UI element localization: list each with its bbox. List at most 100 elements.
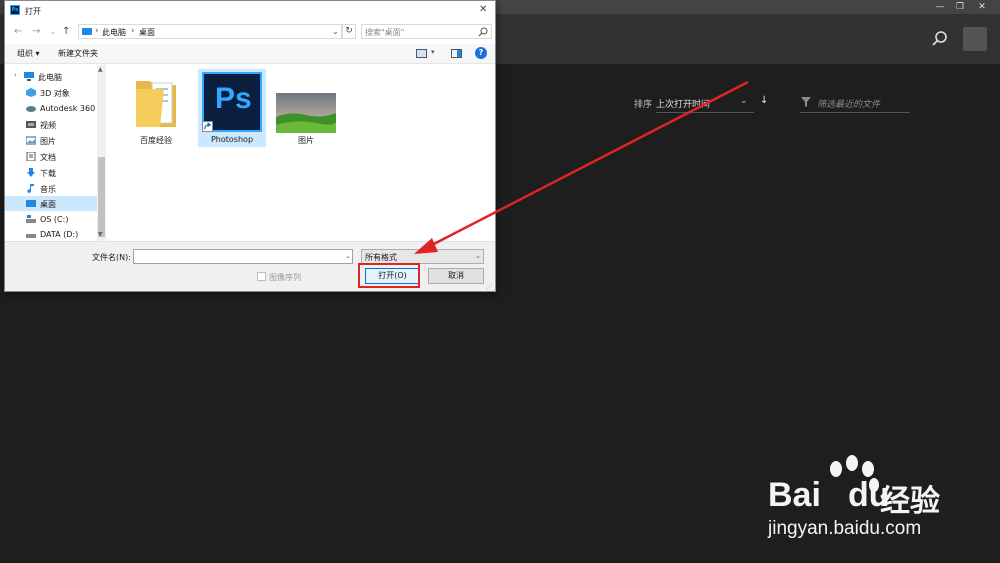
filter-underline (800, 112, 910, 113)
restore-button[interactable]: ❐ (954, 2, 966, 12)
resize-grip-icon[interactable]: ⋰ (486, 283, 493, 291)
recent-locations-chevron-icon[interactable]: ⌄ (50, 28, 56, 36)
forward-arrow-icon[interactable]: → (32, 26, 40, 37)
filename-input[interactable]: ⌄ (133, 249, 353, 264)
image-thumbnail-icon (276, 93, 336, 133)
nav-item-drive-d[interactable]: DATA (D:) (5, 227, 97, 241)
nav-item-this-pc[interactable]: › 此电脑 (5, 69, 97, 84)
breadcrumb-desktop[interactable]: 桌面 (139, 27, 155, 38)
nav-item-label: 文档 (40, 153, 56, 162)
new-folder-button[interactable]: 新建文件夹 (58, 48, 98, 59)
nav-item-label: OS (C:) (40, 215, 69, 224)
avatar[interactable] (963, 27, 987, 51)
folder-icon (136, 81, 176, 127)
dialog-title-bar: Ps 打开 ✕ (5, 1, 495, 20)
computer-icon (24, 72, 34, 81)
video-icon (26, 121, 36, 128)
chevron-down-icon: ⌄ (475, 252, 481, 260)
search-icon (478, 27, 488, 37)
chevron-down-icon[interactable]: ⌄ (345, 252, 351, 260)
search-input[interactable]: 搜索"桌面" (361, 24, 492, 39)
scroll-up-icon[interactable]: ▲ (98, 66, 103, 73)
scrollbar-thumb[interactable] (98, 157, 105, 237)
file-label: 百度经验 (140, 136, 172, 145)
file-label: 图片 (298, 136, 314, 145)
view-options-icon[interactable] (416, 49, 427, 58)
sort-direction-button[interactable]: ↓ (760, 95, 768, 106)
music-icon (27, 184, 34, 193)
watermark-url: jingyan.baidu.com (768, 518, 922, 539)
documents-icon (26, 152, 36, 161)
nav-item-music[interactable]: 音乐 (5, 181, 97, 196)
pictures-icon (26, 136, 36, 145)
cancel-button[interactable]: 取消 (428, 268, 484, 284)
file-label: Photoshop (210, 135, 254, 144)
watermark-brand-jingyan: 经验 (880, 484, 940, 519)
refresh-button[interactable]: ↻ (342, 24, 356, 39)
nav-item-label: DATA (D:) (40, 230, 79, 239)
nav-item-label: Autodesk 360 (40, 104, 96, 113)
download-icon (27, 168, 35, 177)
nav-item-label: 视频 (40, 121, 56, 130)
nav-item-video[interactable]: 视频 (5, 117, 97, 132)
nav-item-downloads[interactable]: 下载 (5, 165, 97, 180)
breadcrumb-this-pc[interactable]: 此电脑 (102, 27, 126, 38)
photoshop-app-icon: Ps (10, 5, 20, 15)
nav-item-label: 音乐 (40, 185, 56, 194)
image-sequence-label: 图像序列 (269, 273, 301, 282)
chevron-right-icon[interactable]: › (14, 71, 17, 79)
organize-button[interactable]: 组织 ▾ (17, 48, 40, 59)
sort-select[interactable]: 上次打开时间 (656, 97, 710, 110)
breadcrumb-separator[interactable]: › (95, 26, 99, 36)
search-placeholder: 搜索"桌面" (365, 28, 405, 37)
file-type-value: 所有格式 (365, 253, 397, 262)
dialog-footer: 文件名(N): ⌄ 所有格式 ⌄ 图像序列 打开(O) 取消 ⋰ (5, 241, 495, 291)
dialog-toolbar: 组织 ▾ 新建文件夹 ▾ ? (5, 44, 495, 64)
nav-item-label: 桌面 (40, 200, 56, 209)
nav-item-drive-c[interactable]: OS (C:) (5, 212, 97, 227)
sort-underline (656, 112, 754, 113)
file-item-folder[interactable]: 百度经验 (122, 69, 190, 147)
breadcrumb-separator[interactable]: › (131, 26, 135, 36)
back-arrow-icon[interactable]: ← (14, 26, 22, 37)
help-icon[interactable]: ? (475, 47, 487, 59)
navigation-pane: › 此电脑 3D 对象 Autodesk 360 视频 图片 文档 下载 音乐 … (5, 65, 106, 241)
sort-label: 排序 (634, 100, 653, 110)
chevron-down-icon[interactable]: ▾ (431, 48, 435, 56)
window-close-button[interactable]: ✕ (976, 2, 988, 12)
computer-icon (82, 28, 92, 35)
chevron-down-icon[interactable]: ⌄ (332, 27, 339, 36)
nav-item-label: 3D 对象 (40, 89, 70, 98)
ps-logo-text: Ps (215, 82, 252, 115)
shortcut-arrow-icon (202, 121, 213, 132)
search-icon[interactable] (931, 30, 949, 48)
open-file-dialog: Ps 打开 ✕ ← → ⌄ ↑ › 此电脑 › 桌面 ⌄ ↻ 搜索"桌面" 组织… (4, 0, 496, 292)
close-icon[interactable]: ✕ (479, 4, 487, 15)
file-list: 百度经验 Ps Photoshop 图片 (106, 65, 495, 241)
navigation-row: ← → ⌄ ↑ › 此电脑 › 桌面 ⌄ ↻ 搜索"桌面" (5, 21, 495, 43)
nav-item-desktop[interactable]: 桌面 (5, 196, 97, 211)
desktop-icon (26, 200, 36, 207)
file-type-select[interactable]: 所有格式 ⌄ (361, 249, 484, 264)
nav-item-pictures[interactable]: 图片 (5, 133, 97, 148)
scroll-down-icon[interactable]: ▼ (98, 231, 103, 238)
autodesk-icon (26, 106, 36, 112)
baidu-jingyan-watermark: Bai du 经验 jingyan.baidu.com (768, 455, 968, 545)
3d-objects-icon (26, 88, 36, 97)
annotation-highlight-box (358, 263, 420, 288)
chevron-down-icon[interactable]: ⌄ (740, 96, 748, 106)
filename-label: 文件名(N): (92, 253, 131, 262)
image-sequence-checkbox[interactable] (257, 272, 266, 281)
file-item-photoshop[interactable]: Ps Photoshop (198, 69, 266, 147)
nav-item-documents[interactable]: 文档 (5, 149, 97, 164)
nav-item-3d-objects[interactable]: 3D 对象 (5, 85, 97, 100)
up-arrow-icon[interactable]: ↑ (62, 26, 70, 37)
nav-item-autodesk[interactable]: Autodesk 360 (5, 101, 97, 116)
filter-input[interactable]: 筛选最近的文件 (817, 97, 880, 110)
nav-item-label: 此电脑 (38, 73, 62, 82)
minimize-button[interactable]: — (934, 2, 946, 12)
preview-pane-icon[interactable] (451, 49, 462, 58)
address-bar[interactable]: › 此电脑 › 桌面 ⌄ (78, 24, 342, 39)
file-item-image[interactable]: 图片 (272, 69, 340, 147)
nav-item-label: 图片 (40, 137, 56, 146)
